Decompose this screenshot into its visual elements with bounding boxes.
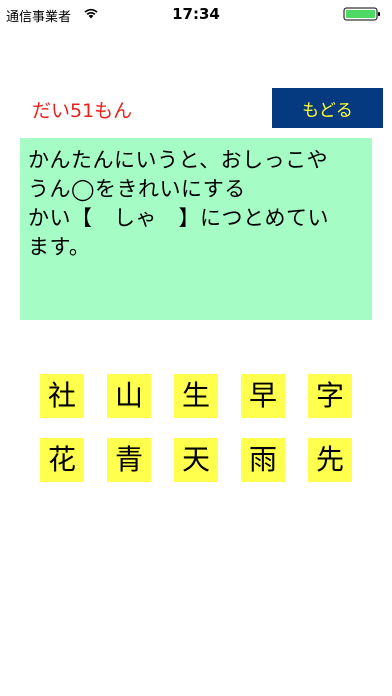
choice-button[interactable]: 先 bbox=[308, 438, 352, 482]
app-screen: 通信事業者 17:34 だい51もん もどる かんたんにいうと、おしっこや うん… bbox=[0, 0, 392, 696]
choice-button[interactable]: 山 bbox=[107, 374, 151, 418]
choice-button[interactable]: 雨 bbox=[241, 438, 285, 482]
question-box: かんたんにいうと、おしっこや うん◯をきれいにする かい【 しゃ 】につとめてい… bbox=[20, 138, 372, 320]
battery-icon bbox=[343, 7, 380, 21]
choice-button[interactable]: 字 bbox=[308, 374, 352, 418]
question-line: かい【 しゃ 】につとめてい bbox=[28, 206, 329, 230]
status-clock: 17:34 bbox=[172, 5, 220, 23]
choice-button[interactable]: 天 bbox=[174, 438, 218, 482]
choice-button[interactable]: 早 bbox=[241, 374, 285, 418]
choice-button[interactable]: 生 bbox=[174, 374, 218, 418]
choice-button[interactable]: 花 bbox=[40, 438, 84, 482]
question-line: ます。 bbox=[28, 235, 91, 259]
question-number: だい51もん bbox=[32, 100, 133, 122]
back-button[interactable]: もどる bbox=[272, 88, 383, 128]
question-line: かんたんにいうと、おしっこや bbox=[28, 148, 329, 172]
choice-button[interactable]: 社 bbox=[40, 374, 84, 418]
question-line: うん◯をきれいにする bbox=[28, 177, 246, 201]
choice-button[interactable]: 青 bbox=[107, 438, 151, 482]
status-bar: 通信事業者 17:34 bbox=[0, 0, 392, 28]
